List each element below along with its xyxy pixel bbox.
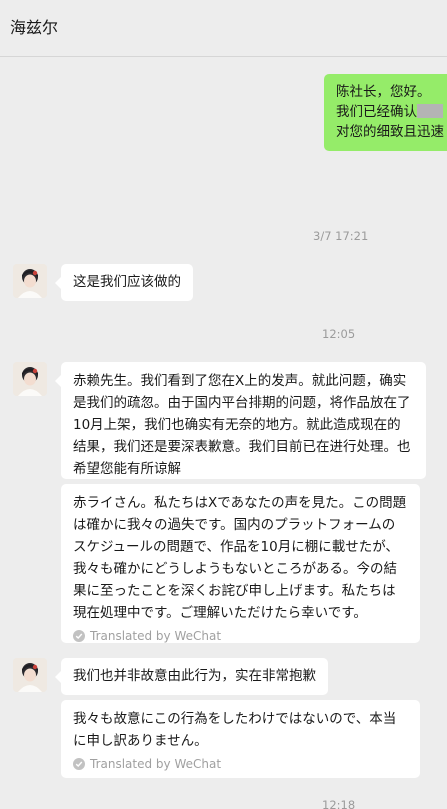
message-list[interactable]: 陈社长，您好。 我们已经确认 对您的细致且迅速 3/7 17:21 这是我们应该… xyxy=(0,58,447,809)
message-text: 我们也并非故意由此行为，实在非常抱歉 xyxy=(73,668,316,684)
incoming-message[interactable]: 这是我们应该做的 xyxy=(55,264,193,301)
chat-header: 海兹尔 xyxy=(0,0,447,57)
timestamp: 12:18 xyxy=(322,798,356,809)
outgoing-message-line: 对您的细致且迅速 xyxy=(336,124,444,140)
translated-footer: Translated by WeChat xyxy=(73,756,408,772)
chat-title[interactable]: 海兹尔 xyxy=(10,14,58,38)
message-text: 这是我们应该做的 xyxy=(73,274,181,290)
redacted-text xyxy=(417,104,443,118)
contact-avatar[interactable] xyxy=(13,362,47,396)
contact-avatar[interactable] xyxy=(13,264,47,298)
translation-box[interactable]: 我々も故意にこの行為をしたわけではないので、本当に申し訳ありません。 Trans… xyxy=(61,700,420,778)
translated-text: 赤ライさん。私たちはXであなたの声を見た。この問題は確かに我々の過失です。国内の… xyxy=(73,495,407,621)
outgoing-message-line: 我们已经确认 xyxy=(336,102,447,122)
translated-footer: Translated by WeChat xyxy=(73,628,408,644)
check-circle-icon xyxy=(73,630,85,642)
check-circle-icon xyxy=(73,758,85,770)
incoming-message[interactable]: 我们也并非故意由此行为，实在非常抱歉 xyxy=(55,658,328,695)
outgoing-message[interactable]: 陈社长，您好。 我们已经确认 对您的细致且迅速 xyxy=(324,74,447,151)
message-text: 赤赖先生。我们看到了您在X上的发声。就此问题，确实是我们的疏忽。由于国内平台排期… xyxy=(73,373,411,477)
incoming-message[interactable]: 赤赖先生。我们看到了您在X上的发声。就此问题，确实是我们的疏忽。由于国内平台排期… xyxy=(55,362,426,479)
contact-avatar[interactable] xyxy=(13,658,47,692)
outgoing-message-line: 陈社长，您好。 xyxy=(336,84,431,100)
translated-label: Translated by WeChat xyxy=(90,757,222,771)
timestamp: 12:05 xyxy=(322,327,356,341)
timestamp: 3/7 17:21 xyxy=(313,229,369,243)
translated-label: Translated by WeChat xyxy=(90,629,222,643)
translation-box[interactable]: 赤ライさん。私たちはXであなたの声を見た。この問題は確かに我々の過失です。国内の… xyxy=(61,484,420,643)
translated-text: 我々も故意にこの行為をしたわけではないので、本当に申し訳ありません。 xyxy=(73,711,397,749)
